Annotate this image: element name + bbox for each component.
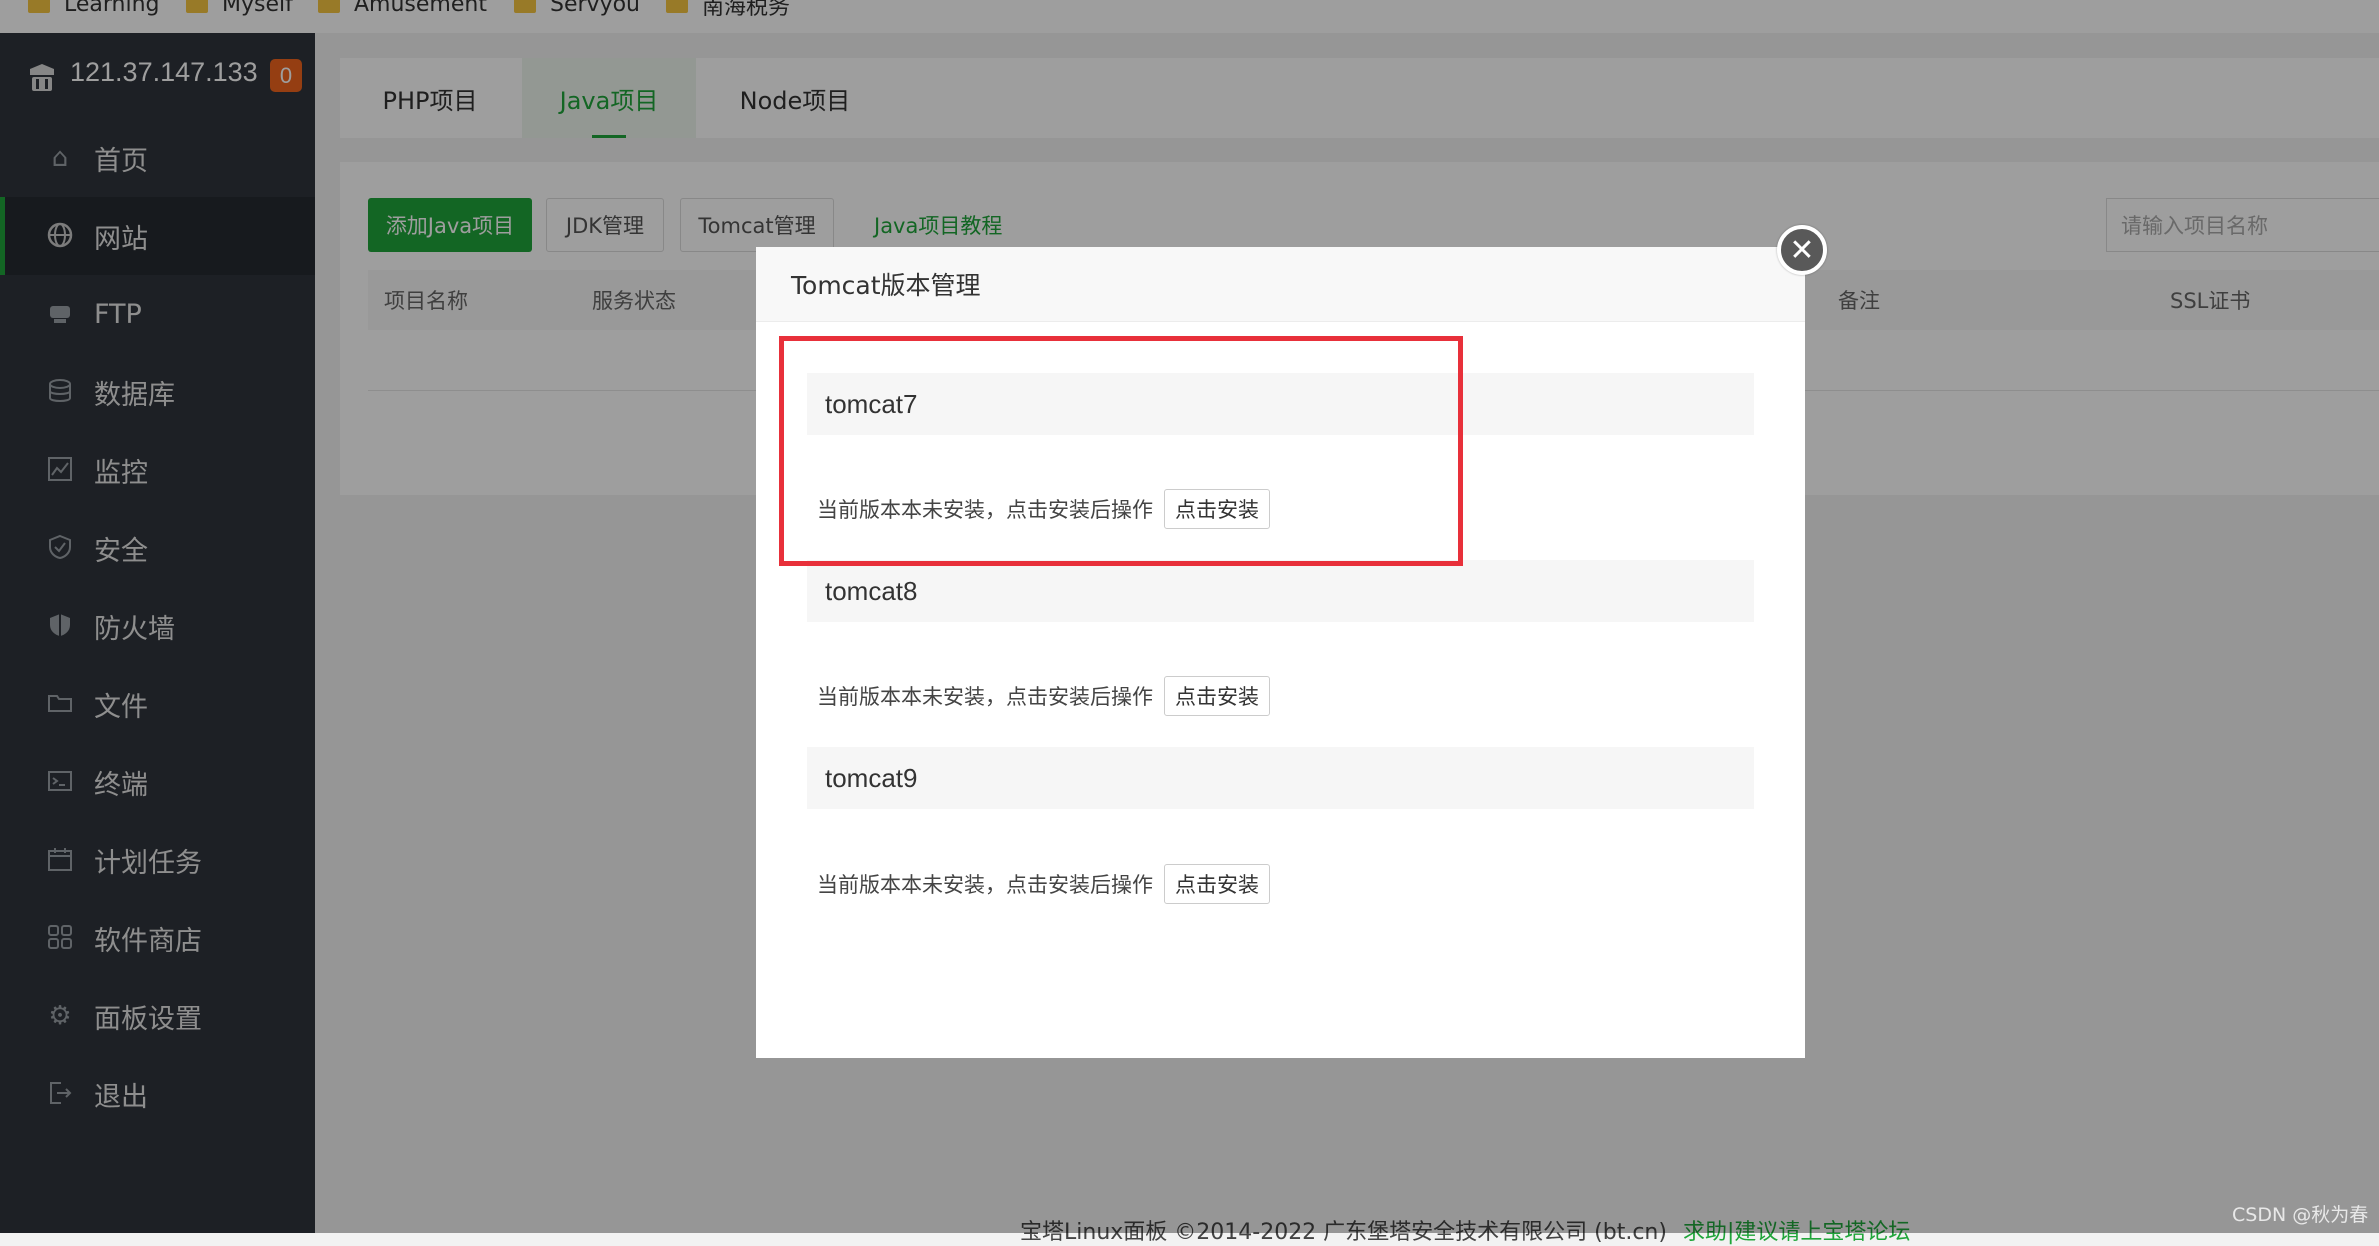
modal-title: Tomcat版本管理 [791, 271, 981, 300]
highlight-box [779, 336, 1463, 566]
install-tomcat8-button[interactable]: 点击安装 [1164, 676, 1270, 716]
version-status: 当前版本本未安装，点击安装后操作 [817, 873, 1153, 897]
version-name: tomcat8 [825, 575, 918, 606]
version-header-tomcat9: tomcat9 [807, 747, 1754, 809]
version-header-tomcat8: tomcat8 [807, 560, 1754, 622]
version-name: tomcat9 [825, 762, 918, 793]
close-icon[interactable]: ✕ [1777, 225, 1827, 275]
version-status: 当前版本本未安装，点击安装后操作 [817, 685, 1153, 709]
watermark: CSDN @秋为春 [2232, 1204, 2369, 1226]
install-tomcat9-button[interactable]: 点击安装 [1164, 864, 1270, 904]
modal-header: Tomcat版本管理 [756, 247, 1805, 322]
